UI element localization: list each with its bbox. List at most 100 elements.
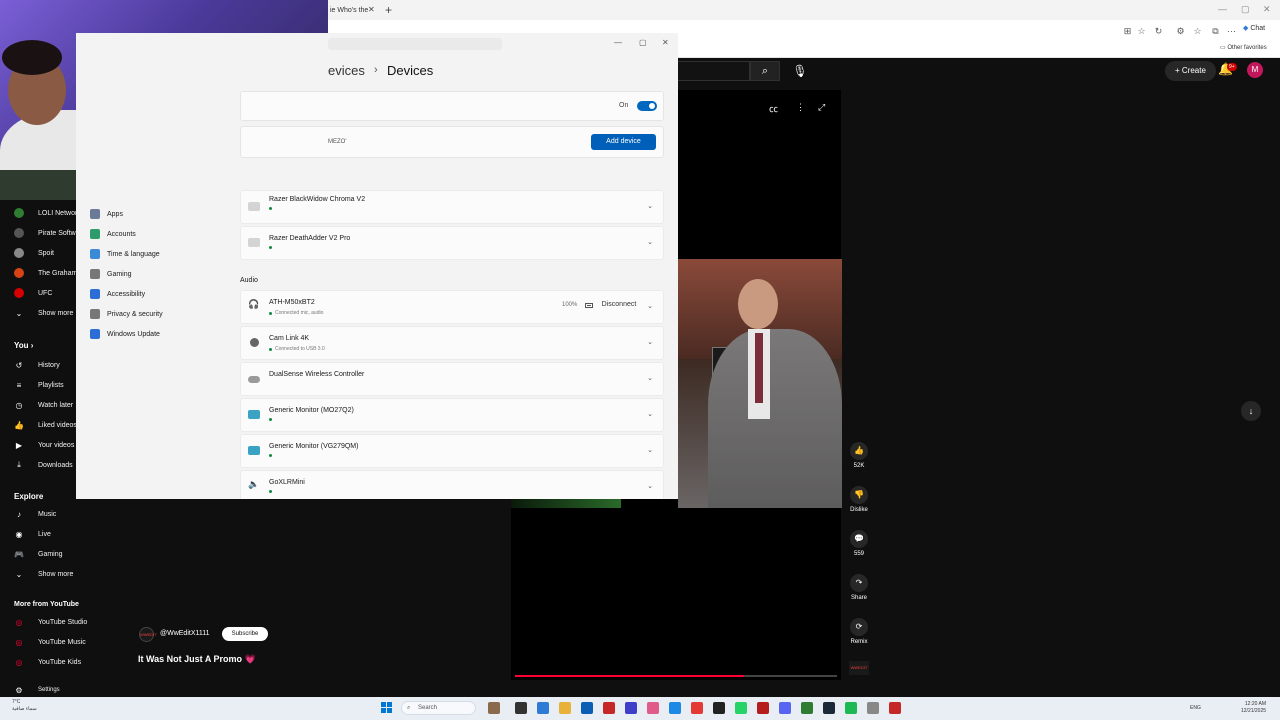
device-row[interactable]: 🎧 ATH-M50xBT2 Connected mic, audio 100% … [240, 290, 664, 324]
app-icon[interactable] [713, 702, 725, 714]
sidebar-sub-4[interactable]: UFC [14, 285, 52, 301]
sidebar-item-playlists[interactable]: ≡ Playlists [14, 377, 64, 393]
remix-button[interactable]: ⟳ Remix [846, 618, 872, 645]
device-row[interactable]: DualSense Wireless Controller ⌄ [240, 362, 664, 396]
add-device-button[interactable]: Add device [591, 134, 656, 150]
like-button[interactable]: 👍 52K [846, 442, 872, 469]
nav-item-accessibility[interactable]: Accessibility [90, 287, 145, 301]
nav-item-gaming[interactable]: Gaming [90, 267, 132, 281]
sidebar-item-yt-music[interactable]: ◎ YouTube Music [14, 634, 86, 650]
sidebar-item-settings[interactable]: ⚙ Settings [14, 686, 59, 694]
favorites-icon[interactable]: ☆ [1192, 26, 1203, 37]
dislike-button[interactable]: 👎 Dislike [846, 486, 872, 513]
sidebar-item-watch-later[interactable]: ◷ Watch later [14, 397, 74, 413]
chevron-down-icon[interactable]: ⌄ [647, 338, 653, 346]
tab-close-icon[interactable]: ✕ [368, 5, 375, 14]
sidebar-item-music[interactable]: ♪ Music [14, 506, 56, 522]
sidebar-item-liked[interactable]: 👍 Liked videos [14, 417, 77, 433]
chevron-down-icon[interactable]: ⌄ [647, 302, 653, 310]
maximize-icon[interactable]: ▢ [1241, 4, 1250, 15]
show-more-subscriptions[interactable]: ⌄ Show more [14, 305, 74, 321]
taskbar-widget-icon[interactable] [488, 702, 500, 714]
refresh-icon[interactable]: ↻ [1153, 26, 1164, 37]
nav-item-time-language[interactable]: Time & language [90, 247, 160, 261]
chevron-down-icon[interactable]: ⌄ [647, 446, 653, 454]
sidebar-sub-0[interactable]: LOLI Network [14, 205, 81, 221]
sidebar-item-studio[interactable]: ◎ YouTube Studio [14, 614, 88, 630]
store-icon[interactable] [581, 702, 593, 714]
settings-search-bar[interactable] [328, 38, 502, 50]
you-heading[interactable]: You › [14, 341, 33, 350]
collections-icon[interactable]: ⧉ [1210, 26, 1221, 37]
steam-icon[interactable] [823, 702, 835, 714]
create-button[interactable]: + Create [1165, 61, 1216, 81]
nav-item-windows-update[interactable]: Windows Update [90, 327, 160, 341]
whatsapp-icon[interactable] [735, 702, 747, 714]
chevron-down-icon[interactable]: ⌄ [647, 374, 653, 382]
other-favorites[interactable]: ▭ Other favorites [1220, 44, 1267, 51]
search-input[interactable] [678, 61, 750, 81]
fullscreen-icon[interactable]: ⤢ [818, 102, 825, 113]
app-icon[interactable] [691, 702, 703, 714]
minimize-icon[interactable]: — [1218, 4, 1227, 14]
chevron-down-icon[interactable]: ⌄ [647, 482, 653, 490]
microphone-icon[interactable]: 🎙 [790, 61, 810, 81]
bluetooth-toggle[interactable] [637, 101, 657, 111]
maximize-icon[interactable]: ▢ [639, 38, 647, 47]
channel-avatar[interactable]: WWEDIT [139, 627, 157, 642]
avatar[interactable]: M [1247, 62, 1263, 78]
office-icon[interactable] [603, 702, 615, 714]
edge-icon[interactable] [537, 702, 549, 714]
device-row[interactable]: Razer BlackWidow Chroma V2 ⌄ [240, 190, 664, 224]
close-window-icon[interactable]: ✕ [1263, 4, 1271, 15]
chrome-icon[interactable] [669, 702, 681, 714]
sidebar-item-live[interactable]: ◉ Live [14, 526, 51, 542]
settings-app-icon[interactable] [867, 702, 879, 714]
chevron-down-icon[interactable]: ⌄ [647, 238, 653, 246]
netflix-icon[interactable] [757, 702, 769, 714]
app-icon[interactable] [801, 702, 813, 714]
weather-widget[interactable]: 7°C سماء صافية [12, 699, 37, 713]
discord-icon[interactable] [779, 702, 791, 714]
reader-icon[interactable]: ⊞ [1122, 26, 1133, 37]
close-icon[interactable]: ✕ [662, 38, 669, 47]
share-button[interactable]: ↷ Share [846, 574, 872, 601]
language-indicator[interactable]: ENG [1190, 705, 1201, 711]
device-row[interactable]: Generic Monitor (VG279QM) ⌄ [240, 434, 664, 468]
breadcrumb-parent[interactable]: evices [328, 63, 365, 78]
disconnect-button[interactable]: Disconnect [598, 298, 640, 312]
device-row[interactable]: Razer DeathAdder V2 Pro ⌄ [240, 226, 664, 260]
chevron-down-icon[interactable]: ⌄ [647, 410, 653, 418]
task-view-icon[interactable] [515, 702, 527, 714]
more-icon[interactable]: ⋯ [1226, 26, 1237, 37]
app-icon[interactable] [625, 702, 637, 714]
show-more-explore[interactable]: ⌄ Show more [14, 566, 74, 582]
comments-button[interactable]: 💬 559 [846, 530, 872, 557]
clock[interactable]: 12:20 AM 12/21/2025 [1241, 701, 1266, 715]
spotify-icon[interactable] [845, 702, 857, 714]
subscribe-button[interactable]: Subscribe [222, 627, 268, 641]
sidebar-sub-1[interactable]: Pirate Softw [14, 225, 76, 241]
app-icon[interactable] [647, 702, 659, 714]
sidebar-item-yt-kids[interactable]: ◎ YouTube Kids [14, 654, 82, 670]
extensions-icon[interactable]: ⚙ [1175, 26, 1186, 37]
chevron-down-icon[interactable]: ⌄ [647, 202, 653, 210]
sidebar-item-history[interactable]: ↺ History [14, 357, 60, 373]
nav-item-privacy[interactable]: Privacy & security [90, 307, 163, 321]
nav-item-accounts[interactable]: Accounts [90, 227, 136, 241]
sidebar-item-gaming[interactable]: 🎮 Gaming [14, 546, 63, 562]
device-row[interactable]: Cam Link 4K Connected to USB 3.0 ⌄ [240, 326, 664, 360]
nav-item-apps[interactable]: Apps [90, 207, 123, 221]
device-row[interactable]: 🔈 GoXLRMini ⌄ [240, 470, 664, 499]
minimize-icon[interactable]: — [614, 38, 622, 47]
arrow-down-icon[interactable]: ↓ [1241, 401, 1261, 421]
sidebar-item-downloads[interactable]: ⤓ Downloads [14, 457, 72, 473]
taskbar-search[interactable]: ⌕ Search [401, 701, 476, 715]
new-tab-button[interactable]: + [385, 3, 392, 17]
favorite-star-icon[interactable]: ☆ [1136, 26, 1147, 37]
copilot-chat-button[interactable]: ◆ Chat [1243, 24, 1265, 32]
search-icon[interactable]: ⌕ [750, 61, 780, 81]
channel-logo-small[interactable]: WWEDIT [849, 661, 869, 675]
sidebar-sub-2[interactable]: Spoit [14, 245, 54, 261]
more-vertical-icon[interactable]: ⋮ [796, 102, 805, 113]
